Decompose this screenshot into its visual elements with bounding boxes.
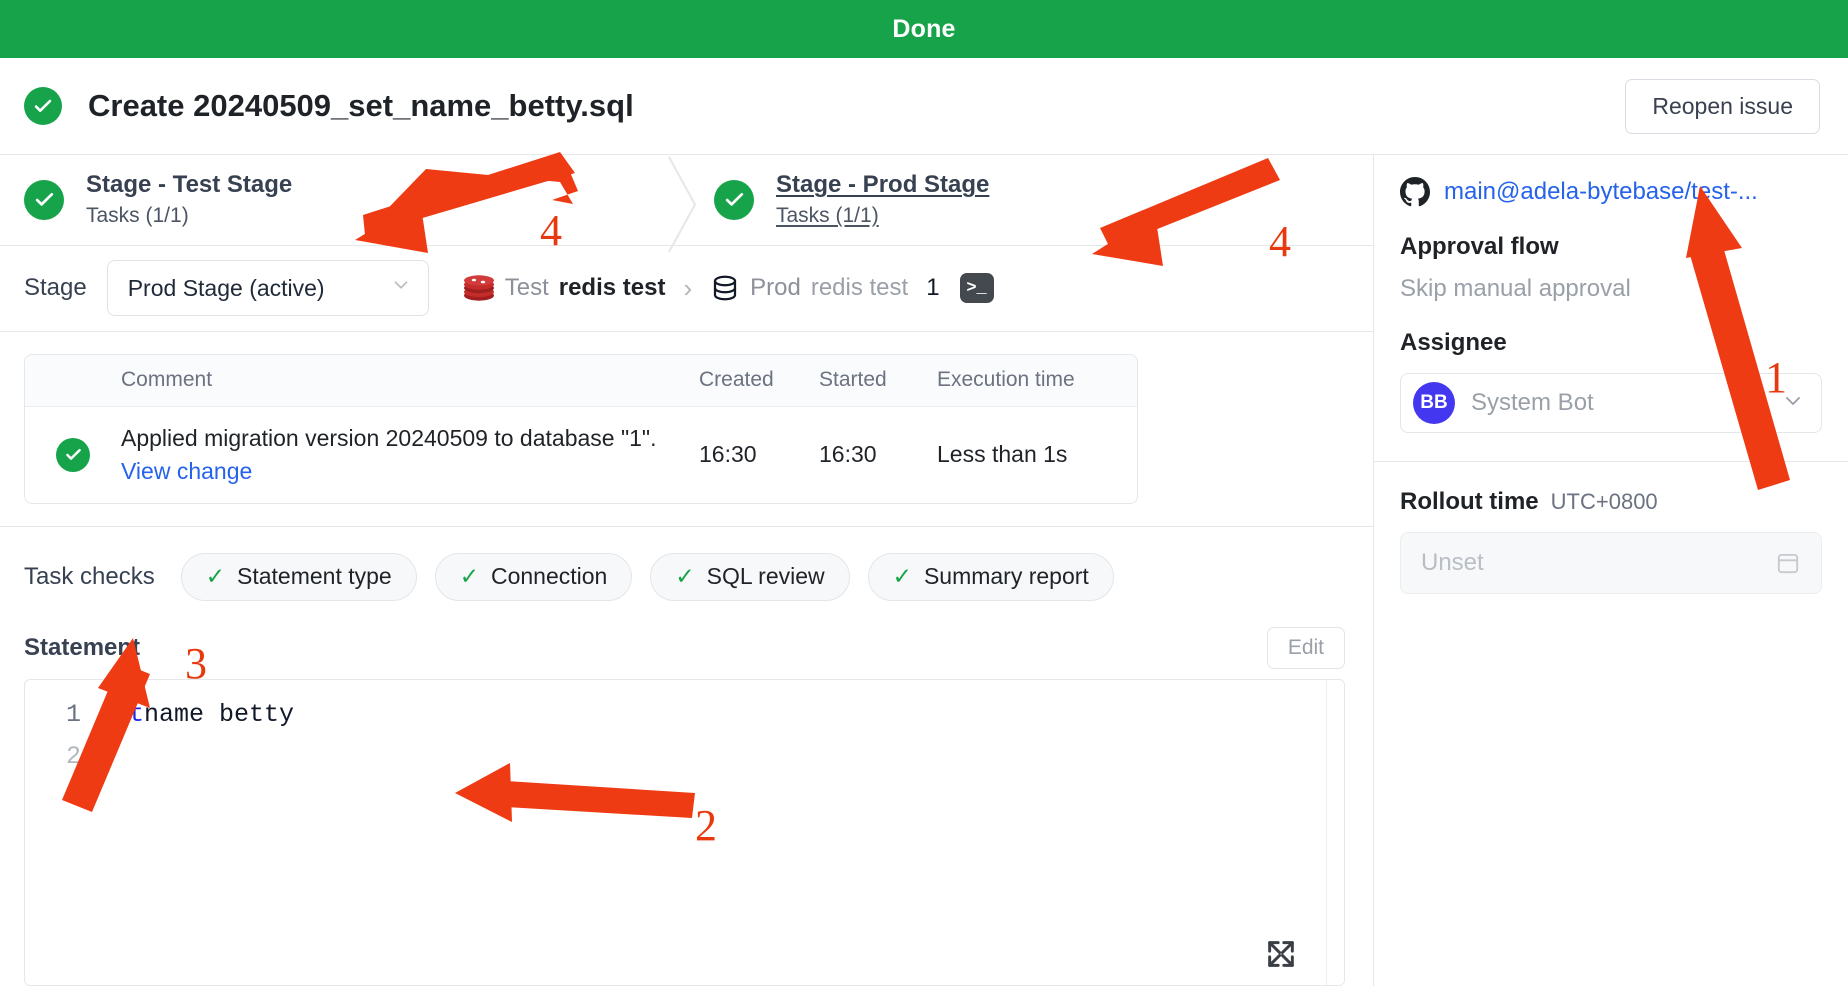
database-breadcrumb: Test redis test › Prod redis test 1 >_ (463, 273, 994, 304)
edit-statement-button[interactable]: Edit (1266, 626, 1345, 669)
task-checks-row: Task checks ✓ Statement type ✓ Connectio… (0, 525, 1373, 623)
sidebar-divider (1374, 461, 1848, 462)
source-database: redis test (558, 274, 666, 302)
check-circle-icon (714, 179, 754, 220)
issue-status-banner: Done (0, 0, 1848, 58)
stage-selector-label: Stage (24, 274, 87, 302)
issue-sidebar: main@adela-bytebase/test-... Approval fl… (1374, 155, 1848, 986)
view-change-link[interactable]: View change (121, 458, 252, 485)
reopen-issue-button[interactable]: Reopen issue (1625, 78, 1820, 134)
pipeline-stage-prod[interactable]: Stage - Prod Stage Tasks (1/1) (686, 155, 1372, 245)
check-icon: ✓ (459, 563, 479, 590)
expand-arrows-icon[interactable] (1264, 937, 1298, 971)
stage-selector-row: Stage Prod Stage (active) Test redis tes… (0, 246, 1373, 332)
row-comment: Applied migration version 20240509 to da… (121, 425, 699, 485)
sql-editor[interactable]: 1 set name betty 2 (24, 678, 1345, 986)
task-table: Comment Created Started Execution time A… (24, 353, 1138, 504)
row-execution-time: Less than 1s (937, 441, 1068, 468)
avatar: BB (1413, 382, 1455, 424)
target-environment: Prod (750, 274, 801, 302)
rollout-time-header: Rollout time UTC+0800 (1400, 488, 1822, 516)
issue-status-text: Done (892, 14, 956, 43)
redis-icon (463, 273, 495, 303)
page-title: Create 20240509_set_name_betty.sql (88, 88, 634, 123)
code-line: 2 (25, 736, 1344, 778)
chevron-down-icon (390, 274, 412, 302)
main-content: Stage - Test Stage Tasks (1/1) Stage - P… (0, 155, 1374, 986)
repository-name: main@adela-bytebase/test-... (1444, 178, 1758, 205)
stage-name[interactable]: Stage - Prod Stage (776, 170, 989, 200)
table-header-comment: Comment (121, 368, 213, 392)
task-table-container: Comment Created Started Execution time A… (0, 332, 1373, 504)
table-header-started: Started (819, 368, 887, 392)
stage-task-count: Tasks (1/1) (86, 204, 189, 228)
check-icon: ✓ (205, 563, 225, 590)
terminal-icon[interactable]: >_ (959, 273, 994, 304)
check-circle-icon (56, 437, 90, 472)
breadcrumb-chevron-icon: › (683, 272, 693, 303)
database-icon (710, 273, 740, 303)
task-check-label: SQL review (706, 563, 825, 590)
task-check-label: Statement type (237, 563, 392, 590)
statement-title: Statement (24, 633, 141, 661)
stage-select-value: Prod Stage (active) (127, 274, 325, 301)
code-line: 1 set name betty (25, 694, 1344, 736)
sql-text: name betty (144, 699, 295, 729)
line-number: 2 (65, 741, 81, 771)
table-row[interactable]: Applied migration version 20240509 to da… (25, 407, 1137, 503)
editor-scrollbar[interactable] (1326, 679, 1344, 985)
rollout-time-input[interactable]: Unset (1400, 532, 1822, 594)
chevron-down-icon (1781, 389, 1805, 418)
github-icon (1400, 177, 1430, 207)
table-header-created: Created (699, 368, 774, 392)
check-icon: ✓ (675, 563, 695, 590)
approval-flow-value: Skip manual approval (1400, 275, 1631, 302)
assignee-title: Assignee (1400, 329, 1507, 356)
row-comment-text: Applied migration version 20240509 to da… (121, 424, 657, 451)
assignee-name: System Bot (1471, 389, 1594, 416)
calendar-icon (1775, 550, 1801, 576)
table-header-execution-time: Execution time (937, 368, 1075, 392)
rollout-timezone: UTC+0800 (1550, 489, 1658, 514)
issue-body: Stage - Test Stage Tasks (1/1) Stage - P… (0, 155, 1848, 986)
task-check-label: Summary report (923, 563, 1089, 590)
stage-select[interactable]: Prod Stage (active) (106, 260, 429, 317)
statement-header: Statement Edit (0, 623, 1373, 679)
rollout-time-title: Rollout time (1400, 488, 1539, 515)
task-check-label: Connection (490, 563, 608, 590)
pipeline-stage-test[interactable]: Stage - Test Stage Tasks (1/1) (0, 155, 686, 245)
task-check-statement-type[interactable]: ✓ Statement type (180, 552, 417, 601)
sql-keyword: set (99, 699, 145, 729)
rollout-time-value: Unset (1421, 549, 1484, 576)
row-created: 16:30 (699, 441, 757, 468)
check-circle-icon (24, 87, 62, 125)
target-database: redis test (810, 274, 909, 302)
issue-header: Create 20240509_set_name_betty.sql Reope… (0, 58, 1848, 155)
row-started: 16:30 (819, 441, 877, 468)
stage-task-count[interactable]: Tasks (1/1) (776, 203, 989, 229)
check-circle-icon (24, 179, 64, 220)
task-index: 1 (926, 274, 940, 302)
row-status (25, 437, 121, 472)
repository-link[interactable]: main@adela-bytebase/test-... (1400, 177, 1822, 207)
stage-pipeline: Stage - Test Stage Tasks (1/1) Stage - P… (0, 155, 1373, 253)
approval-flow-title: Approval flow (1400, 233, 1559, 260)
stage-name: Stage - Test Stage (86, 171, 293, 199)
task-checks-label: Task checks (24, 562, 155, 590)
source-environment: Test (504, 274, 549, 302)
task-check-summary-report[interactable]: ✓ Summary report (867, 552, 1114, 601)
assignee-select[interactable]: BB System Bot (1400, 373, 1822, 433)
task-check-sql-review[interactable]: ✓ SQL review (650, 552, 850, 601)
line-number: 1 (65, 699, 81, 729)
task-check-connection[interactable]: ✓ Connection (434, 552, 633, 601)
check-icon: ✓ (892, 563, 912, 590)
table-header-row: Comment Created Started Execution time (25, 354, 1137, 407)
